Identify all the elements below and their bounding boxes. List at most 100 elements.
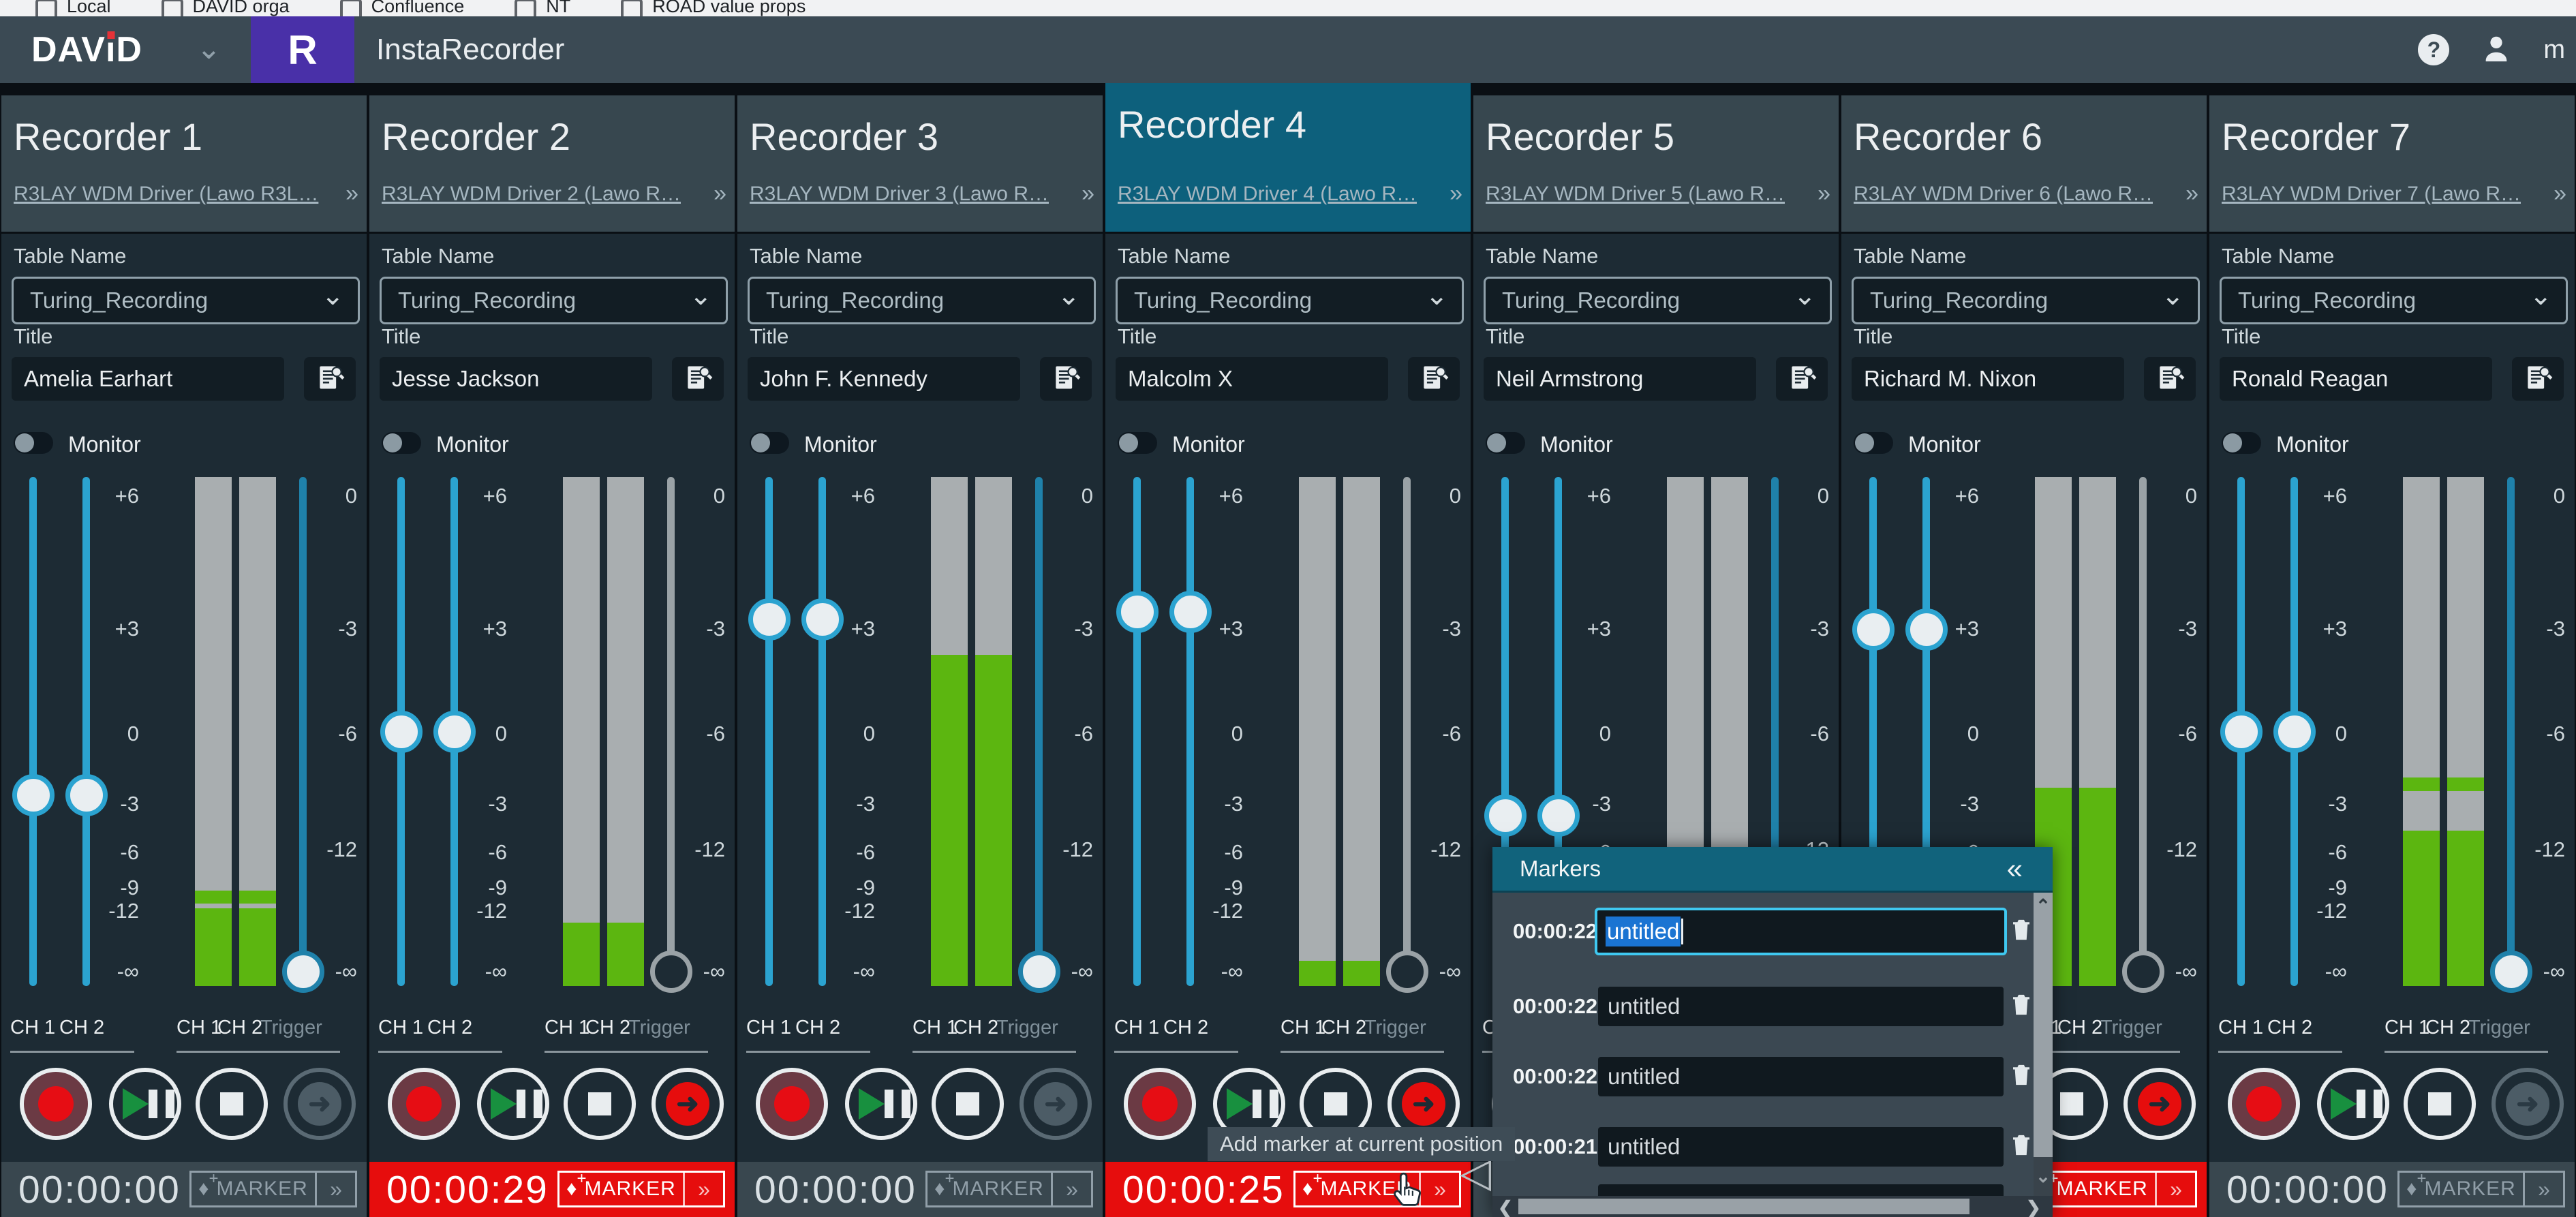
recorder-header[interactable]: Recorder 6 R3LAY WDM Driver 6 (Lawo R… » [1841,95,2207,234]
trigger-slider-track[interactable] [2139,477,2147,986]
user-icon[interactable] [2481,33,2512,67]
scroll-down-icon[interactable]: ⌄ [2034,1157,2053,1196]
marker-button[interactable]: ♦+ MARKER » [1293,1169,1461,1207]
bookmark-item[interactable]: Local [35,0,111,16]
driver-link[interactable]: R3LAY WDM Driver 4 (Lawo R… [1118,183,1443,206]
stop-button[interactable] [932,1068,1004,1140]
fader-ch1-handle[interactable] [12,773,55,816]
recorder-header[interactable]: Recorder 4 R3LAY WDM Driver 4 (Lawo R… » [1105,83,1471,234]
bookmark-item[interactable]: ROAD value props [621,0,806,16]
title-input[interactable] [12,357,284,401]
driver-expand-icon[interactable]: » [714,181,726,207]
help-icon[interactable]: ? [2418,34,2450,65]
marker-more-button[interactable]: » [315,1173,355,1205]
driver-link[interactable]: R3LAY WDM Driver 7 (Lawo R… [2222,183,2547,206]
marker-button[interactable]: ♦+ MARKER » [189,1169,357,1207]
monitor-toggle[interactable] [750,432,789,454]
fader-ch1-handle[interactable] [1116,590,1159,633]
auto-continue-button[interactable]: ➜ [283,1068,356,1140]
stop-button[interactable] [196,1068,268,1140]
title-lookup-button[interactable] [304,357,356,401]
play-pause-button[interactable] [845,1068,917,1140]
recorder-header[interactable]: Recorder 2 R3LAY WDM Driver 2 (Lawo R… » [369,95,735,234]
scroll-left-icon[interactable]: ❮ [1498,1197,1513,1217]
delete-marker-button[interactable] [2010,992,2032,1021]
collapse-icon[interactable]: « [2007,852,2053,885]
title-input[interactable] [1484,357,1756,401]
record-button[interactable] [20,1068,92,1140]
auto-continue-button[interactable]: ➜ [2123,1068,2196,1140]
play-pause-button[interactable] [477,1068,549,1140]
fader-ch1-track[interactable] [1133,477,1141,986]
driver-link[interactable]: R3LAY WDM Driver 6 (Lawo R… [1854,183,2179,206]
fader-ch1-handle[interactable] [2220,710,2263,753]
table-name-select[interactable]: Turing_Recording ⌄ [1852,277,2200,324]
recorder-header[interactable]: Recorder 1 R3LAY WDM Driver (Lawo R3L… » [1,95,367,234]
title-lookup-button[interactable] [1040,357,1092,401]
driver-expand-icon[interactable]: » [2554,181,2566,207]
vertical-scrollbar[interactable]: ⌃ [2034,893,2053,1157]
trigger-slider-track[interactable] [299,477,307,986]
marker-more-button[interactable]: » [2155,1173,2195,1205]
fader-ch1-track[interactable] [29,477,37,986]
monitor-toggle[interactable] [1486,432,1525,454]
trigger-slider-track[interactable] [1035,477,1043,986]
delete-marker-button[interactable] [2010,917,2032,946]
recorder-header[interactable]: Recorder 5 R3LAY WDM Driver 5 (Lawo R… » [1473,95,1839,234]
record-button[interactable] [388,1068,460,1140]
fader-ch1-handle[interactable] [1484,794,1527,837]
marker-name-input[interactable]: untitled [1595,908,2007,955]
scrollbar-thumb[interactable] [1518,1199,1969,1214]
monitor-toggle[interactable] [1854,432,1893,454]
driver-link[interactable]: R3LAY WDM Driver (Lawo R3L… [14,183,339,206]
marker-button[interactable]: ♦+ MARKER » [557,1169,725,1207]
title-input[interactable] [748,357,1020,401]
title-lookup-button[interactable] [2512,357,2564,401]
driver-expand-icon[interactable]: » [346,181,358,207]
title-input[interactable] [1116,357,1388,401]
driver-expand-icon[interactable]: » [1818,181,1830,207]
driver-link[interactable]: R3LAY WDM Driver 3 (Lawo R… [750,183,1075,206]
table-name-select[interactable]: Turing_Recording ⌄ [2220,277,2568,324]
stop-button[interactable] [2404,1068,2476,1140]
table-name-select[interactable]: Turing_Recording ⌄ [748,277,1096,324]
recorder-header[interactable]: Recorder 3 R3LAY WDM Driver 3 (Lawo R… » [737,95,1103,234]
marker-more-button[interactable]: » [1051,1173,1091,1205]
bookmark-item[interactable]: Confluence [339,0,464,16]
title-input[interactable] [2220,357,2492,401]
bookmark-item[interactable]: NT [515,0,570,16]
chevron-down-icon[interactable]: ⌄ [196,31,221,66]
marker-more-button[interactable]: » [683,1173,723,1205]
fader-ch1-handle[interactable] [748,598,791,641]
monitor-toggle[interactable] [382,432,421,454]
trigger-slider-track[interactable] [2507,477,2515,986]
david-brand-menu[interactable]: DAV ı D [31,16,142,83]
record-button[interactable] [1124,1068,1196,1140]
fader-ch2-track[interactable] [818,477,826,986]
auto-continue-button[interactable]: ➜ [2491,1068,2564,1140]
horizontal-scrollbar[interactable]: ❮ ❯ [1492,1196,2053,1217]
fader-ch2-track[interactable] [82,477,90,986]
driver-expand-icon[interactable]: » [1082,181,1094,207]
driver-expand-icon[interactable]: » [2186,181,2198,207]
marker-button[interactable]: ♦+ MARKER » [925,1169,1093,1207]
record-button[interactable] [756,1068,828,1140]
monitor-toggle[interactable] [2222,432,2261,454]
monitor-toggle[interactable] [14,432,53,454]
title-lookup-button[interactable] [1776,357,1828,401]
trigger-slider-track[interactable] [667,477,675,986]
table-name-select[interactable]: Turing_Recording ⌄ [380,277,728,324]
marker-name-input[interactable] [1598,987,2004,1026]
delete-marker-button[interactable] [2010,1062,2032,1092]
table-name-select[interactable]: Turing_Recording ⌄ [12,277,360,324]
marker-name-input[interactable] [1598,1057,2004,1096]
delete-marker-button[interactable] [2010,1133,2032,1162]
monitor-toggle[interactable] [1118,432,1157,454]
fader-ch1-track[interactable] [765,477,773,986]
table-name-select[interactable]: Turing_Recording ⌄ [1116,277,1464,324]
play-pause-button[interactable] [2317,1068,2389,1140]
scroll-right-icon[interactable]: ❯ [2026,1197,2041,1217]
driver-link[interactable]: R3LAY WDM Driver 2 (Lawo R… [382,183,707,206]
marker-more-button[interactable]: » [2523,1173,2563,1205]
marker-name-input[interactable] [1598,1127,2004,1167]
